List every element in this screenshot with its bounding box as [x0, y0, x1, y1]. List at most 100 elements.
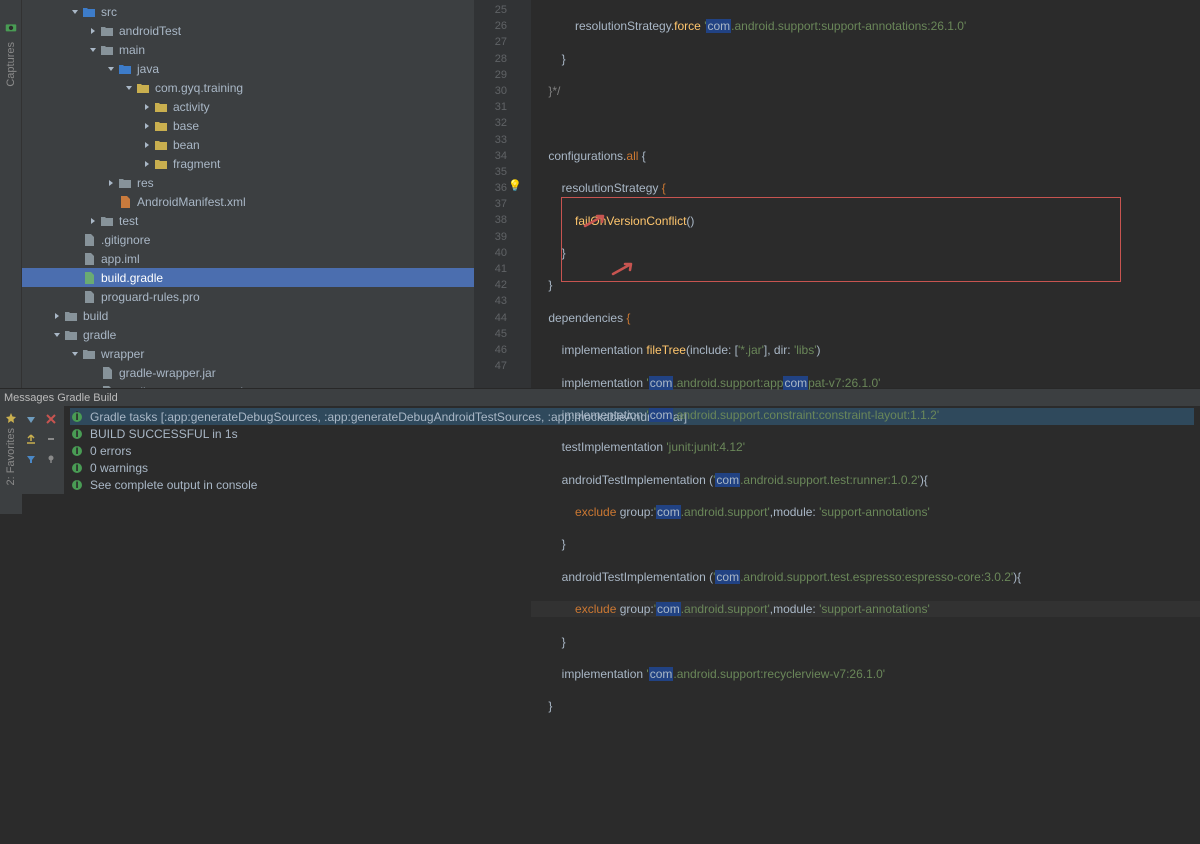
tree-item-wrapper[interactable]: wrapper [22, 344, 474, 363]
tree-arrow-icon[interactable] [88, 45, 98, 55]
tree-item-androidtest[interactable]: androidTest [22, 21, 474, 40]
tree-item-activity[interactable]: activity [22, 97, 474, 116]
tree-arrow-icon[interactable] [124, 83, 134, 93]
line-number[interactable]: 40 [474, 245, 507, 261]
tree-item-bean[interactable]: bean [22, 135, 474, 154]
project-tree[interactable]: srcandroidTest main java com.gyq.training ac… [22, 0, 474, 388]
tree-label: test [119, 214, 138, 228]
tree-item-androidmanifest-xml[interactable]: AndroidManifest.xml [22, 192, 474, 211]
tree-arrow-icon[interactable] [70, 349, 80, 359]
line-number[interactable]: 33 [474, 132, 507, 148]
package-icon [154, 100, 168, 114]
line-number[interactable]: 37 [474, 196, 507, 212]
tree-item-com-gyq-training[interactable]: com.gyq.training [22, 78, 474, 97]
tree-arrow-icon[interactable] [142, 159, 152, 169]
line-number[interactable]: 29 [474, 67, 507, 83]
tree-arrow-icon[interactable] [88, 387, 98, 389]
tree-item-res[interactable]: res [22, 173, 474, 192]
tree-arrow-icon[interactable] [70, 235, 80, 245]
tree-arrow-icon[interactable] [70, 7, 80, 17]
collapse-icon[interactable] [42, 430, 60, 448]
tree-arrow-icon[interactable] [88, 216, 98, 226]
msg-text: 0 errors [90, 444, 131, 458]
line-number[interactable]: 25 [474, 2, 507, 18]
tree-arrow-icon[interactable] [70, 254, 80, 264]
tree-arrow-icon[interactable] [52, 330, 62, 340]
tree-arrow-icon[interactable] [106, 178, 116, 188]
tree-arrow-icon[interactable] [142, 102, 152, 112]
captures-tab[interactable]: Captures [5, 42, 17, 87]
line-number[interactable]: 39 [474, 229, 507, 245]
export-icon[interactable] [22, 430, 40, 448]
line-number[interactable]: 31 [474, 99, 507, 115]
stop-icon[interactable] [42, 410, 60, 428]
line-number[interactable]: 46 [474, 342, 507, 358]
info-icon: i [70, 478, 84, 492]
tree-item-gradle-wrapper-jar[interactable]: gradle-wrapper.jar [22, 363, 474, 382]
line-number[interactable]: 42 [474, 277, 507, 293]
msg-text: 0 warnings [90, 461, 148, 475]
code-editor[interactable]: resolutionStrategy.force 'com.android.su… [531, 0, 1200, 388]
line-number[interactable]: 26 [474, 18, 507, 34]
package-icon [154, 119, 168, 133]
msg-text: See complete output in console [90, 478, 257, 492]
intention-bulb-icon[interactable]: 💡 [508, 179, 522, 192]
tree-label: com.gyq.training [155, 81, 243, 95]
line-number[interactable]: 43 [474, 293, 507, 309]
tree-arrow-icon[interactable] [142, 140, 152, 150]
tree-arrow-icon[interactable] [88, 368, 98, 378]
tree-label: fragment [173, 157, 220, 171]
tree-item-test[interactable]: test [22, 211, 474, 230]
tree-arrow-icon[interactable] [70, 273, 80, 283]
tree-arrow-icon[interactable] [106, 197, 116, 207]
tree-label: res [137, 176, 154, 190]
tree-label: wrapper [101, 347, 144, 361]
tree-item-main[interactable]: main [22, 40, 474, 59]
left-tool-rail[interactable]: Captures [0, 0, 22, 388]
highlight-box [561, 197, 1121, 282]
filter-icon[interactable] [22, 450, 40, 468]
tree-item--gitignore[interactable]: .gitignore [22, 230, 474, 249]
tree-arrow-icon[interactable] [70, 292, 80, 302]
favorites-tab[interactable]: 2: Favorites [5, 428, 17, 485]
line-number[interactable]: 47 [474, 358, 507, 374]
tree-label: build.gradle [101, 271, 163, 285]
line-number[interactable]: 34 [474, 148, 507, 164]
tree-item-proguard-rules-pro[interactable]: proguard-rules.pro [22, 287, 474, 306]
line-number[interactable]: 41 [474, 261, 507, 277]
tree-item-build[interactable]: build [22, 306, 474, 325]
left-bottom-rail[interactable]: 2: Favorites [0, 406, 22, 514]
info-icon: i [70, 444, 84, 458]
tree-item-base[interactable]: base [22, 116, 474, 135]
tree-label: bean [173, 138, 200, 152]
tree-item-app-iml[interactable]: app.iml [22, 249, 474, 268]
tree-item-gradle[interactable]: gradle [22, 325, 474, 344]
svg-text:i: i [75, 462, 78, 474]
line-number[interactable]: 27 [474, 34, 507, 50]
line-number[interactable]: 35 [474, 164, 507, 180]
tree-item-java[interactable]: java [22, 59, 474, 78]
folder-icon [82, 347, 96, 361]
tree-item-fragment[interactable]: fragment [22, 154, 474, 173]
line-number[interactable]: 28 [474, 51, 507, 67]
tree-arrow-icon[interactable] [52, 311, 62, 321]
tree-item-build-gradle[interactable]: build.gradle [22, 268, 474, 287]
next-error-icon[interactable] [22, 410, 40, 428]
tree-item-gradle-wrapper-properties[interactable]: gradle-wrapper.properties [22, 382, 474, 388]
tree-arrow-icon[interactable] [142, 121, 152, 131]
file-icon [100, 385, 114, 389]
tree-item-src[interactable]: src [22, 2, 474, 21]
line-number[interactable]: 45 [474, 326, 507, 342]
tree-label: main [119, 43, 145, 57]
camera-icon [4, 20, 18, 34]
line-number[interactable]: 36 [474, 180, 507, 196]
line-number[interactable]: 32 [474, 115, 507, 131]
line-number[interactable]: 38 [474, 212, 507, 228]
line-number[interactable]: 30 [474, 83, 507, 99]
line-number[interactable]: 44 [474, 310, 507, 326]
folder-icon [100, 24, 114, 38]
package-icon [154, 157, 168, 171]
pin-icon[interactable] [42, 450, 60, 468]
tree-arrow-icon[interactable] [106, 64, 116, 74]
tree-arrow-icon[interactable] [88, 26, 98, 36]
